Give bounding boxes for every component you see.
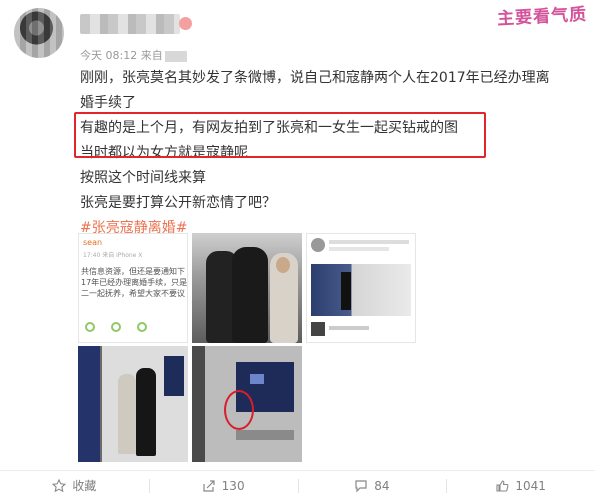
photo-thumbnail-store-post[interactable] [306, 233, 416, 343]
embedded-icon [85, 322, 95, 332]
embedded-line: 二一起抚养，希望大家不要议 [81, 289, 185, 298]
store-display [164, 356, 184, 396]
highlight-annotation [74, 112, 486, 158]
person-figure [232, 247, 268, 343]
repost-button[interactable]: 130 [148, 471, 298, 500]
like-button[interactable]: 1041 [446, 471, 595, 500]
embedded-icon [111, 322, 121, 332]
photo-thumbnail-street[interactable] [192, 233, 302, 343]
avatar[interactable] [14, 8, 64, 58]
comment-count: 84 [374, 478, 390, 493]
post-source-blurred [164, 50, 187, 62]
person-figure [136, 368, 156, 456]
text-line [329, 326, 369, 330]
photo-thumbnail-weibo-screenshot[interactable]: sean 17:40 来自 iPhone X 共信息资源，但还是要通知下 17年… [78, 233, 188, 343]
watermark: 主要看气质 [496, 0, 588, 30]
comment-icon [355, 479, 367, 492]
person-figure [118, 374, 136, 454]
embedded-username: sean [83, 238, 103, 247]
text-line [329, 240, 409, 244]
comment-button[interactable]: 84 [297, 471, 447, 500]
username-blurred[interactable] [80, 14, 192, 34]
watermark-text: 主要看气质 [496, 4, 588, 30]
post-source-prefix: 来自 [140, 49, 163, 62]
store-scene [311, 264, 411, 316]
favorite-button[interactable]: 收藏 [0, 471, 149, 500]
photo-thumbnail-couple-in-store[interactable] [78, 346, 188, 462]
photo-thumbnail-store-circled[interactable] [192, 346, 302, 462]
mini-avatar [311, 238, 325, 252]
mini-avatar [311, 322, 325, 336]
post-meta: 今天 08:12 来自 [80, 47, 187, 63]
repost-count: 130 [221, 478, 245, 493]
embedded-line: 17年已经办理离婚手续，只是 [81, 278, 188, 287]
store-counter [236, 430, 294, 440]
post-paragraph: 按照这个时间线来算 [80, 170, 206, 186]
post-paragraph: 张亮是要打算公开新恋情了吧？ [80, 195, 276, 211]
embedded-line: 共信息资源，但还是要通知下 [81, 267, 185, 276]
like-count: 1041 [515, 478, 546, 493]
store-screen [250, 374, 264, 384]
thumbs-up-icon [496, 479, 509, 492]
embedded-icon [137, 322, 147, 332]
star-icon [52, 478, 67, 492]
person-face [276, 257, 290, 273]
embedded-action-icons [85, 322, 147, 332]
person-figure [341, 272, 351, 310]
embedded-text: 共信息资源，但还是要通知下 17年已经办理离婚手续，只是 二一起抚养，希望大家不… [81, 266, 188, 299]
favorite-label: 收藏 [72, 479, 97, 493]
verified-badge-icon [179, 17, 192, 30]
post-time: 今天 08:12 [80, 49, 138, 62]
repost-icon [203, 479, 215, 492]
action-bar: 收藏 130 84 1041 [0, 471, 595, 500]
text-line [329, 247, 389, 251]
post-paragraph: 刚刚，张亮莫名其妙发了条微博，说自己和寇静两个人在2017年已经办理离婚手续了 [80, 70, 550, 111]
red-circle-annotation [224, 390, 254, 430]
embedded-time-source: 17:40 来自 iPhone X [83, 252, 143, 259]
